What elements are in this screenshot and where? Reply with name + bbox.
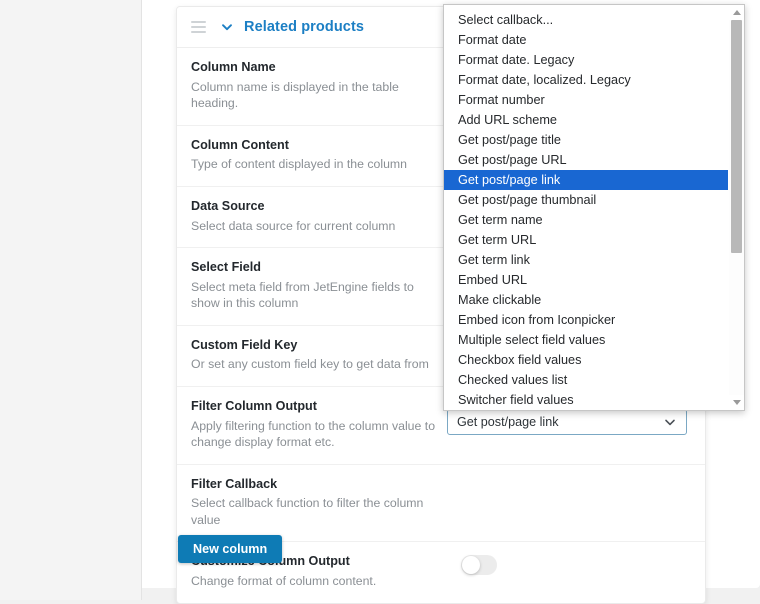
row-label: Filter Callback xyxy=(191,476,278,491)
row-text: Select Field Select meta field from JetE… xyxy=(191,260,443,312)
filter-callback-select[interactable]: Get post/page link xyxy=(447,409,687,435)
row-text: Column Name Column name is displayed in … xyxy=(191,60,443,112)
dropdown-option[interactable]: Get post/page thumbnail xyxy=(444,190,728,210)
dropdown-option[interactable]: Switcher field values xyxy=(444,390,728,410)
new-column-button[interactable]: New column xyxy=(178,535,283,563)
dropdown-option[interactable]: Select callback... xyxy=(444,10,728,30)
screen: Related products Column Name Column name… xyxy=(0,0,760,604)
dropdown-option[interactable]: Embed icon from Iconpicker xyxy=(444,310,728,330)
scrollbar-thumb[interactable] xyxy=(731,20,742,253)
row-label: Select Field xyxy=(191,260,261,275)
row-description: Select meta field from JetEngine fields … xyxy=(191,279,414,311)
dropdown-option[interactable]: Checkbox field values xyxy=(444,350,728,370)
dropdown-option[interactable]: Format date, localized. Legacy xyxy=(444,70,728,90)
left-gutter xyxy=(0,0,142,600)
row-description: Select data source for current column xyxy=(191,218,396,233)
row-control xyxy=(443,554,691,580)
dropdown-option-list[interactable]: Select callback... Format date Format da… xyxy=(444,5,728,410)
row-text: Column Content Type of content displayed… xyxy=(191,138,443,173)
triangle-down-icon[interactable] xyxy=(729,395,744,410)
row-description: Type of content displayed in the column xyxy=(191,157,408,172)
drag-handle-icon[interactable] xyxy=(191,21,206,33)
page-title: Related products xyxy=(244,19,365,35)
dropdown-option[interactable]: Multiple select field values xyxy=(444,330,728,350)
dropdown-option[interactable]: Checked values list xyxy=(444,370,728,390)
chevron-down-icon xyxy=(663,415,677,429)
dropdown-option[interactable]: Embed URL xyxy=(444,270,728,290)
row-text: Data Source Select data source for curre… xyxy=(191,199,443,234)
row-text: Filter Column Output Apply filtering fun… xyxy=(191,399,443,451)
row-description: Or set any custom field key to get data … xyxy=(191,357,429,372)
dropdown-option-selected[interactable]: Get post/page link xyxy=(444,170,728,190)
row-label: Data Source xyxy=(191,198,265,213)
row-control xyxy=(443,477,691,478)
dropdown-scrollbar[interactable] xyxy=(728,5,744,410)
row-label: Column Content xyxy=(191,137,289,152)
dropdown-option[interactable]: Make clickable xyxy=(444,290,728,310)
dropdown-option[interactable]: Add URL scheme xyxy=(444,110,728,130)
dropdown-option[interactable]: Get term name xyxy=(444,210,728,230)
row-description: Change format of column content. xyxy=(191,574,377,589)
triangle-up-icon[interactable] xyxy=(729,5,744,20)
dropdown-option[interactable]: Format date. Legacy xyxy=(444,50,728,70)
dropdown-option[interactable]: Get term URL xyxy=(444,230,728,250)
customize-column-output-toggle[interactable] xyxy=(461,555,497,576)
dropdown-option[interactable]: Get post/page URL xyxy=(444,150,728,170)
row-filter-callback: Filter Callback Select callback function… xyxy=(177,465,705,543)
row-description: Apply filtering function to the column v… xyxy=(191,418,436,450)
row-description: Select callback function to filter the c… xyxy=(191,496,424,527)
dropdown-option[interactable]: Format date xyxy=(444,30,728,50)
dropdown-option[interactable]: Format number xyxy=(444,90,728,110)
row-label: Column Name xyxy=(191,60,276,74)
row-label: Custom Field Key xyxy=(191,337,298,352)
dropdown-option[interactable]: Get post/page title xyxy=(444,130,728,150)
chevron-down-icon[interactable] xyxy=(218,18,236,36)
filter-callback-select-value: Get post/page link xyxy=(457,415,559,429)
dropdown-option[interactable]: Get term link xyxy=(444,250,728,270)
row-text: Custom Field Key Or set any custom field… xyxy=(191,338,443,373)
row-label: Filter Column Output xyxy=(191,398,317,413)
row-description: Column name is displayed in the table he… xyxy=(191,79,399,111)
filter-callback-dropdown[interactable]: Select callback... Format date Format da… xyxy=(443,4,745,411)
row-text: Filter Callback Select callback function… xyxy=(191,477,443,529)
toggle-knob xyxy=(462,556,480,575)
